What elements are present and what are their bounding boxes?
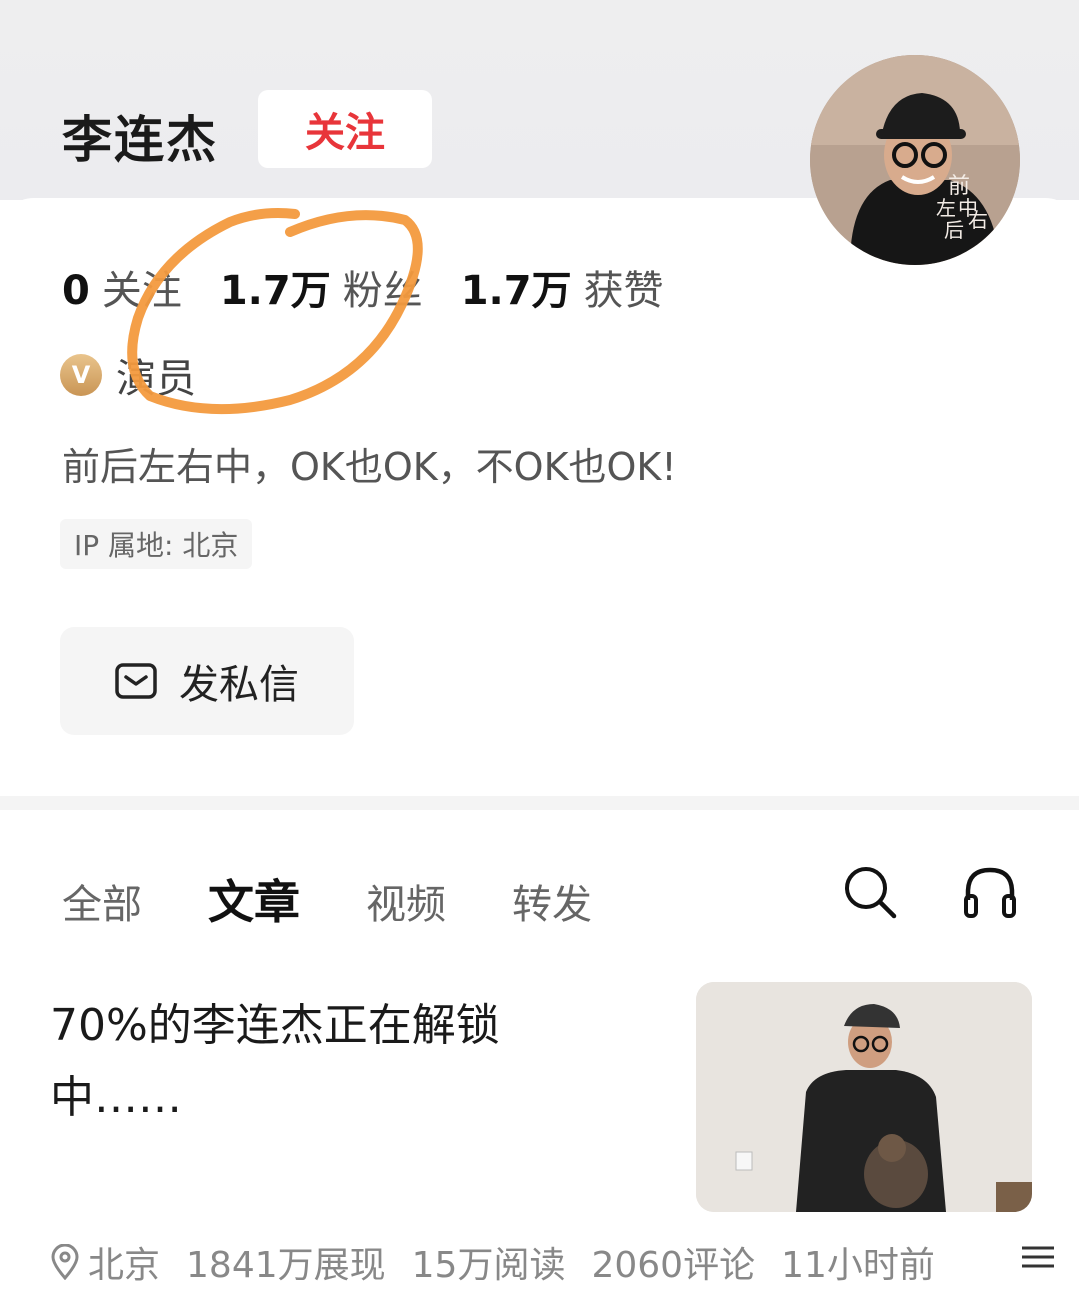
article-location-label: 北京 <box>88 1245 161 1286</box>
ip-location: IP 属地: 北京 <box>60 519 253 569</box>
tab-videos[interactable]: 视频 <box>366 872 446 930</box>
stat-number: 1.7万 <box>219 268 331 314</box>
article-thumbnail-image <box>696 982 1032 1212</box>
watermark-char: 左 <box>936 196 956 220</box>
verified-title: 演员 <box>116 356 196 402</box>
article-location: 北京 <box>50 1236 160 1288</box>
article-thumbnail[interactable] <box>696 982 1032 1212</box>
section-divider <box>0 796 1079 810</box>
article-meta: 北京 1841万展现 15万阅读 2060评论 11小时前 <box>50 1236 961 1288</box>
tab-reposts[interactable]: 转发 <box>512 872 592 930</box>
tab-articles[interactable]: 文章 <box>208 866 300 932</box>
article-reads: 15万阅读 <box>411 1245 566 1286</box>
mail-icon <box>115 663 157 699</box>
article-comments: 2060评论 <box>591 1245 756 1286</box>
stat-number: 1.7万 <box>460 268 572 314</box>
follow-button[interactable]: 关注 <box>258 90 432 168</box>
stat-number: 0 <box>62 268 90 314</box>
tab-all[interactable]: 全部 <box>62 872 142 930</box>
search-icon[interactable] <box>842 864 898 920</box>
profile-name: 李连杰 <box>62 111 218 169</box>
watermark-char: 后 <box>944 218 964 242</box>
stat-fans[interactable]: 1.7万 粉丝 <box>220 258 423 316</box>
stat-label: 关注 <box>101 268 182 314</box>
send-message-label: 发私信 <box>179 662 299 708</box>
stat-following[interactable]: 0 关注 <box>62 258 182 316</box>
profile-page: 李连杰 关注 前 左 中 后 右 0 关注 1.7万 粉丝 1.7万 获赞 V … <box>0 0 1079 1293</box>
article-impressions: 1841万展现 <box>186 1245 386 1286</box>
article-time: 11小时前 <box>781 1245 935 1286</box>
avatar[interactable]: 前 左 中 后 右 <box>810 55 1020 265</box>
headphones-icon[interactable] <box>962 864 1018 920</box>
profile-bio: 前后左右中，OK也OK，不OK也OK! <box>62 445 677 489</box>
send-message-button[interactable]: 发私信 <box>60 627 354 735</box>
stat-label: 粉丝 <box>342 268 423 314</box>
article-title[interactable]: 70%的李连杰正在解锁中…… <box>50 990 610 1134</box>
avatar-image: 前 左 中 后 右 <box>810 55 1020 265</box>
location-pin-icon <box>51 1244 79 1280</box>
stat-likes[interactable]: 1.7万 获赞 <box>461 258 664 316</box>
stat-label: 获赞 <box>583 268 664 314</box>
more-lines-icon[interactable] <box>1018 1244 1056 1270</box>
verified-info: V 演员 <box>60 346 196 404</box>
stats-row: 0 关注 1.7万 粉丝 1.7万 获赞 <box>62 258 702 316</box>
watermark-char: 右 <box>968 208 988 232</box>
content-tabs: 全部 文章 视频 转发 <box>62 866 658 932</box>
verified-badge-icon: V <box>60 354 102 396</box>
